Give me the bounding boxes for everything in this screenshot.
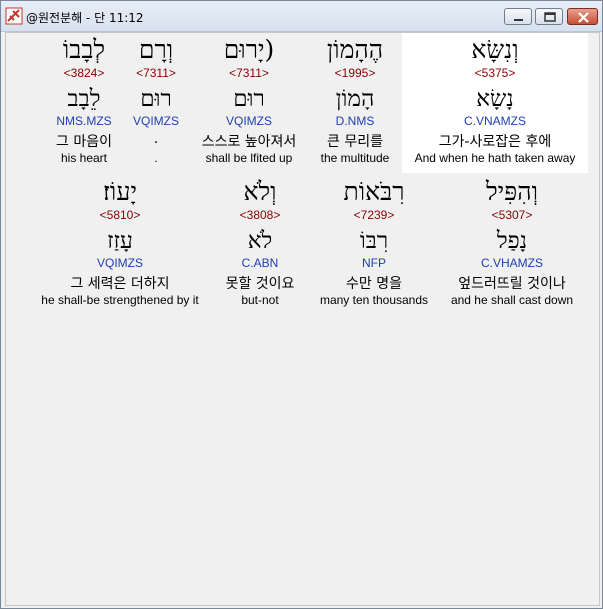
parsing-code: C.VNAMZS [463, 114, 526, 128]
parsing-code: VQIMZS [132, 114, 179, 128]
english-gloss: he shall-be strengthened by it [41, 293, 199, 307]
word-row-1: וְנִשָּׂא <5375> נָשָׂא C.VNAMZS 그가-사로잡은… [6, 33, 599, 173]
strong-number: <5307> [491, 208, 533, 222]
hebrew-word: וְנִשָּׂא [471, 35, 519, 64]
strong-number: <7239> [353, 208, 395, 222]
word-cell[interactable]: רִבֹּאוֹת <7239> רִבּוֹ NFP 수만 명을 many t… [312, 175, 436, 315]
hebrew-root: הָמוֹן [335, 86, 375, 112]
parsing-code: NFP [362, 256, 386, 270]
parsing-code: C.ABN [241, 256, 279, 270]
hebrew-root: רוּם [140, 86, 172, 112]
minimize-icon [514, 19, 523, 21]
english-gloss: the multitude [320, 151, 390, 165]
hebrew-word: וְהִפִּיל [485, 177, 539, 206]
title-bar[interactable]: @원전분해 - 단 11:12 [1, 1, 602, 32]
korean-gloss: 큰 무리를 [327, 134, 383, 150]
korean-gloss: 그 세력은 더하지 [70, 276, 170, 292]
hebrew-root: רוּם [233, 86, 265, 112]
strong-number: <7311> [229, 66, 269, 80]
parsing-code: VQIMZS [225, 114, 272, 128]
maximize-icon [544, 12, 556, 22]
strong-number: <5375> [474, 66, 516, 80]
window-title: @원전분해 - 단 11:12 [26, 11, 144, 25]
english-gloss: And when he hath taken away [414, 151, 576, 165]
strong-number: <5810> [99, 208, 141, 222]
word-cell[interactable]: וְלֹא <3808> לֹא C.ABN 못할 것이요 but-not [214, 175, 306, 315]
word-cell[interactable]: וְנִשָּׂא <5375> נָשָׂא C.VNAMZS 그가-사로잡은… [402, 33, 588, 173]
parsing-code: NMS.MZS [56, 114, 112, 128]
word-row-2: וְהִפִּיל <5307> נָפַל C.VHAMZS 엎드러뜨릴 것이… [6, 175, 599, 315]
hebrew-root: לֹא [247, 228, 273, 254]
hebrew-root: רִבּוֹ [359, 228, 389, 254]
word-cell[interactable]: לְבָבוֹ <3824> לֵבָב NMS.MZS 그 마음이 his h… [44, 33, 124, 173]
close-icon [578, 12, 589, 23]
english-gloss: but-not [241, 293, 279, 307]
korean-gloss: 스스로 높아져서 [201, 134, 297, 150]
korean-gloss: 수만 명을 [346, 276, 402, 292]
english-gloss: . [154, 151, 158, 165]
hebrew-word: (יָרוּם [223, 35, 275, 64]
hebrew-word: הֶהָמוֹן [326, 35, 384, 64]
hebrew-root: עָזַז [107, 228, 133, 254]
hebrew-word: רִבֹּאוֹת [343, 177, 405, 206]
strong-number: <7311> [136, 66, 176, 80]
close-button[interactable] [567, 8, 598, 25]
parsing-code: C.VHAMZS [480, 256, 543, 270]
parsing-code: VQIMZS [96, 256, 143, 270]
hebrew-root: נָפַל [496, 228, 528, 254]
strong-number: <3808> [239, 208, 281, 222]
verse-panel: וְנִשָּׂא <5375> נָשָׂא C.VNAMZS 그가-사로잡은… [5, 32, 600, 606]
korean-gloss: . [153, 131, 159, 147]
english-gloss: many ten thousands [319, 293, 429, 307]
english-gloss: shall be lfited up [205, 151, 293, 165]
word-cell[interactable]: (יָרוּם <7311> רוּם VQIMZS 스스로 높아져서 shal… [192, 33, 306, 173]
hebrew-word: וְרָם [138, 35, 174, 64]
app-window: @원전분해 - 단 11:12 וְנִשָּׂא <5375> נָשָׂא … [0, 0, 603, 609]
word-cell[interactable]: וְהִפִּיל <5307> נָפַל C.VHAMZS 엎드러뜨릴 것이… [442, 175, 582, 315]
word-cell[interactable]: יָעוֹז׃ <5810> עָזַז VQIMZS 그 세력은 더하지 he… [32, 175, 208, 315]
hebrew-word: לְבָבוֹ [62, 35, 106, 64]
english-gloss: and he shall cast down [450, 293, 574, 307]
word-cell[interactable]: וְרָם <7311> רוּם VQIMZS . . [126, 33, 186, 173]
word-cell[interactable]: הֶהָמוֹן <1995> הָמוֹן D.NMS 큰 무리를 the m… [312, 33, 398, 173]
strong-number: <1995> [334, 66, 376, 80]
hebrew-word: יָעוֹז׃ [102, 177, 138, 206]
korean-gloss: 못할 것이요 [225, 276, 295, 292]
parsing-code: D.NMS [335, 114, 375, 128]
hebrew-word: וְלֹא [243, 177, 277, 206]
korean-gloss: 엎드러뜨릴 것이나 [458, 276, 566, 292]
strong-number: <3824> [63, 66, 105, 80]
korean-gloss: 그 마음이 [56, 134, 112, 150]
maximize-button[interactable] [535, 8, 563, 25]
minimize-button[interactable] [504, 8, 532, 25]
app-logo-icon [5, 7, 23, 25]
hebrew-root: נָשָׂא [476, 86, 514, 112]
korean-gloss: 그가-사로잡은 후에 [438, 134, 552, 150]
english-gloss: his heart [60, 151, 108, 165]
hebrew-root: לֵבָב [67, 86, 101, 112]
